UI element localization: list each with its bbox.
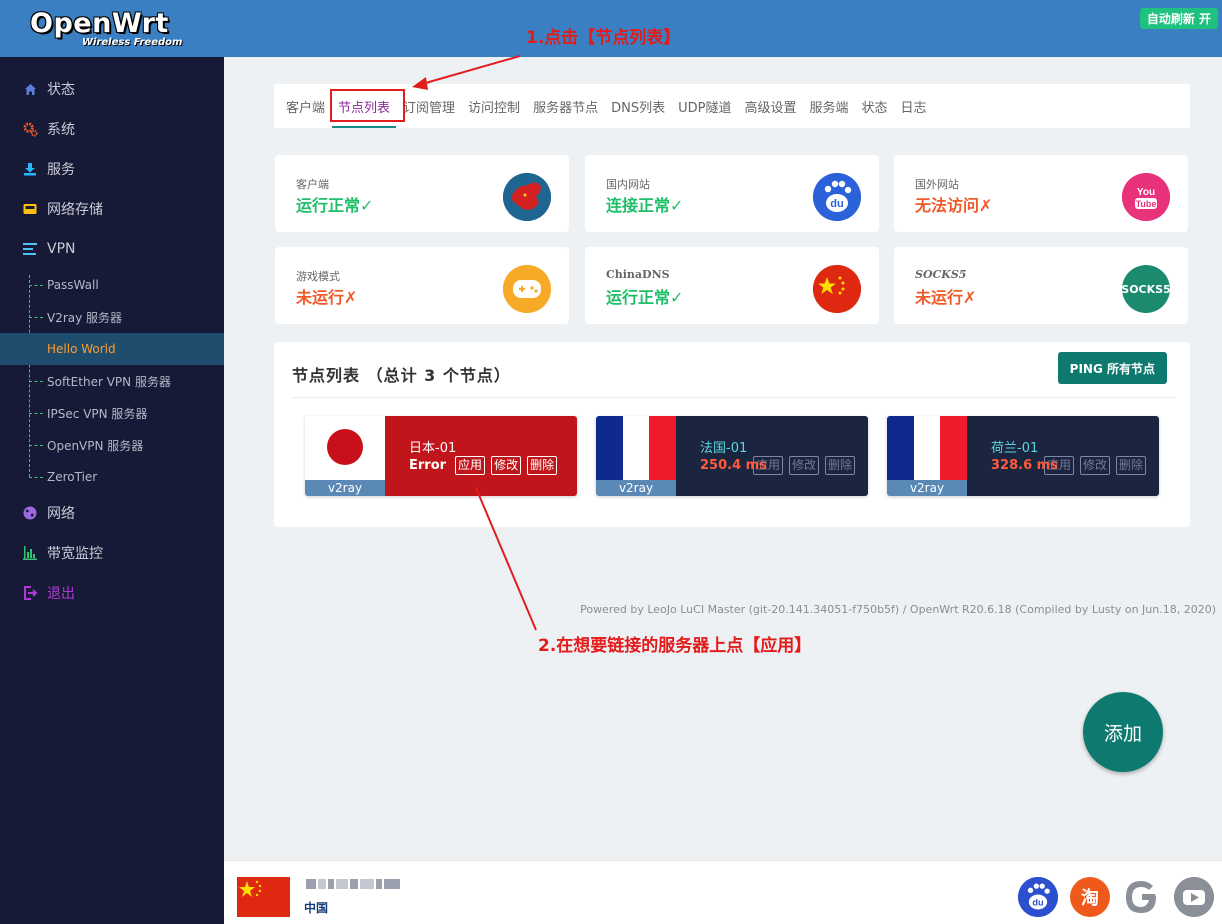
annotation-step-1: 1.点击【节点列表】 — [526, 28, 681, 48]
youtube-icon[interactable] — [1174, 877, 1214, 917]
taobao-icon[interactable]: 淘 — [1070, 877, 1110, 917]
add-button[interactable]: 添加 — [1083, 692, 1163, 772]
node-latency: 328.6 ms — [991, 458, 1058, 473]
china-flag-icon — [237, 877, 290, 917]
ip-region: 中国 — [304, 901, 329, 915]
svg-text:du: du — [1032, 897, 1043, 907]
annotation-step-2: 2.在想要链接的服务器上点【应用】 — [538, 636, 812, 656]
ip-info-bar: 中国 du 淘 — [224, 860, 1222, 924]
google-icon[interactable] — [1122, 877, 1162, 917]
baidu-icon[interactable]: du — [1018, 877, 1058, 917]
node-latency: 250.4 ms — [700, 458, 767, 473]
ip-address-redacted — [306, 879, 400, 889]
